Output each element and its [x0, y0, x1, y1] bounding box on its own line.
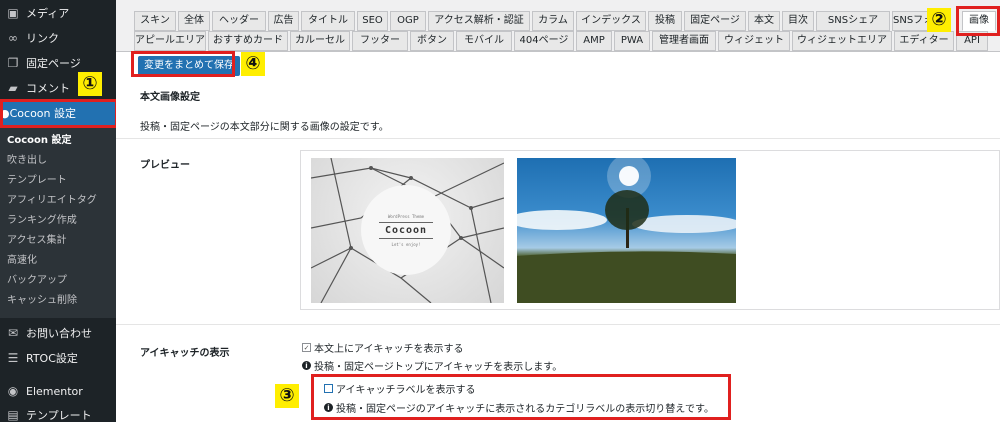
- tab-button[interactable]: ボタン: [410, 31, 454, 51]
- submenu-item[interactable]: ランキング作成: [7, 212, 77, 230]
- info-icon: i: [302, 361, 311, 370]
- option-label: 本文上にアイキャッチを表示する: [314, 344, 464, 355]
- tab-widget[interactable]: ウィジェット: [718, 31, 790, 51]
- admin-sidebar: ▣ メディア ∞ リンク ❐ 固定ページ ▰ コメント ● Cocoon 設定 …: [0, 0, 116, 422]
- tab-footer[interactable]: フッター: [352, 31, 408, 51]
- annotation-badge-2: ②: [927, 8, 951, 32]
- option-info: i 投稿・固定ページトップにアイキャッチを表示します。: [302, 358, 562, 373]
- tab-appeal-area[interactable]: アピールエリア: [134, 31, 206, 51]
- submenu-item[interactable]: 高速化: [7, 252, 37, 270]
- section-description: 投稿・固定ページの本文部分に関する画像の設定です。: [140, 122, 389, 133]
- cocoon-logo: WordPress Theme Cocoon Let's enjoy!: [361, 185, 451, 275]
- submenu-item[interactable]: バックアップ: [7, 272, 67, 290]
- submenu-item[interactable]: アフィリエイトタグ: [7, 192, 97, 210]
- preview-label: プレビュー: [140, 160, 190, 171]
- preview-image-cocoon: WordPress Theme Cocoon Let's enjoy!: [311, 158, 504, 303]
- tab-seo[interactable]: SEO: [357, 11, 388, 31]
- tab-column[interactable]: カラム: [532, 11, 574, 31]
- sidebar-item-elementor[interactable]: ◉ Elementor: [0, 379, 116, 403]
- submenu-item[interactable]: テンプレート: [7, 172, 67, 190]
- sidebar-item-link[interactable]: ∞ リンク: [0, 26, 116, 50]
- sidebar-item-label: テンプレート: [26, 409, 92, 422]
- tab-title[interactable]: タイトル: [301, 11, 355, 31]
- sidebar-item-label: メディア: [26, 7, 70, 20]
- sidebar-item-contact[interactable]: ✉ お問い合わせ: [0, 321, 116, 345]
- tab-ogp[interactable]: OGP: [390, 11, 426, 31]
- preview-image-tree: [517, 158, 736, 303]
- option-info-text: 投稿・固定ページトップにアイキャッチを表示します。: [314, 362, 563, 373]
- tab-widget-area[interactable]: ウィジェットエリア: [792, 31, 892, 51]
- tab-sns-share[interactable]: SNSシェア: [816, 11, 890, 31]
- sidebar-item-media[interactable]: ▣ メディア: [0, 1, 116, 25]
- submenu-item[interactable]: アクセス集計: [7, 232, 67, 250]
- tab-sns-follow[interactable]: SNSフォ: [892, 11, 932, 31]
- highlight-image-tab: [956, 6, 1000, 36]
- tab-amp[interactable]: AMP: [576, 31, 612, 51]
- tab-404[interactable]: 404ページ: [514, 31, 574, 51]
- annotation-badge-1: ①: [78, 72, 102, 96]
- settings-tabs: スキン 全体 ヘッダー 広告 タイトル SEO OGP アクセス解析・認証 カラ…: [116, 0, 1000, 52]
- highlight-eyecatch-label-option: [311, 374, 731, 420]
- tab-header[interactable]: ヘッダー: [212, 11, 266, 31]
- sidebar-item-templates[interactable]: ▤ テンプレート: [0, 403, 116, 422]
- tab-index[interactable]: インデックス: [576, 11, 646, 31]
- tab-recommended-cards[interactable]: おすすめカード: [208, 31, 288, 51]
- tab-page[interactable]: 固定ページ: [684, 11, 746, 31]
- highlight-save-button: [131, 51, 235, 77]
- annotation-badge-4: ④: [241, 52, 265, 76]
- settings-panel: 変更をまとめて保存 本文画像設定 投稿・固定ページの本文部分に関する画像の設定で…: [116, 52, 1000, 422]
- section-title: 本文画像設定: [140, 92, 200, 103]
- submenu-item[interactable]: 吹き出し: [7, 152, 47, 170]
- media-icon: ▣: [7, 6, 19, 20]
- cocoon-submenu: Cocoon 設定 吹き出し テンプレート アフィリエイトタグ ランキング作成 …: [0, 128, 116, 318]
- sidebar-item-label: Elementor: [26, 384, 83, 398]
- tab-carousel[interactable]: カルーセル: [290, 31, 350, 51]
- comment-icon: ▰: [8, 81, 18, 95]
- mail-icon: ✉: [7, 326, 19, 340]
- elementor-icon: ◉: [7, 384, 19, 398]
- tab-skin[interactable]: スキン: [134, 11, 176, 31]
- tab-ads[interactable]: 広告: [268, 11, 299, 31]
- sidebar-item-label: 固定ページ: [26, 57, 81, 70]
- option-show-eyecatch[interactable]: ✓ 本文上にアイキャッチを表示する: [302, 340, 464, 355]
- submenu-item[interactable]: Cocoon 設定: [7, 132, 71, 150]
- divider: [116, 324, 1000, 325]
- checkbox-checked-icon[interactable]: ✓: [302, 343, 311, 352]
- divider: [116, 138, 1000, 139]
- logo-subtitle: WordPress Theme: [387, 213, 425, 219]
- tab-editor[interactable]: エディター: [894, 31, 954, 51]
- tab-mobile[interactable]: モバイル: [456, 31, 512, 51]
- submenu-item[interactable]: キャッシュ削除: [7, 292, 77, 310]
- logo-title: Cocoon: [378, 221, 434, 239]
- sidebar-item-label: お問い合わせ: [26, 327, 92, 340]
- tab-toc[interactable]: 目次: [782, 11, 814, 31]
- sidebar-item-label: リンク: [26, 32, 59, 45]
- tree-landscape-icon: [517, 158, 736, 303]
- tab-body[interactable]: 本文: [748, 11, 780, 31]
- sidebar-item-rtoc[interactable]: ☰ RTOC設定: [0, 346, 116, 370]
- link-icon: ∞: [8, 31, 18, 45]
- tab-general[interactable]: 全体: [178, 11, 210, 31]
- page-icon: ❐: [7, 56, 19, 70]
- tab-admin-screen[interactable]: 管理者画面: [652, 31, 716, 51]
- eyecatch-label: アイキャッチの表示: [140, 348, 230, 359]
- tab-post[interactable]: 投稿: [648, 11, 682, 31]
- sidebar-item-label: コメント: [26, 82, 70, 95]
- folder-icon: ▤: [7, 408, 19, 422]
- annotation-badge-3: ③: [275, 384, 299, 408]
- list-icon: ☰: [7, 351, 19, 365]
- highlight-cocoon-menu: [0, 99, 118, 128]
- sidebar-item-label: RTOC設定: [26, 352, 78, 365]
- tab-analytics[interactable]: アクセス解析・認証: [428, 11, 530, 31]
- tab-pwa[interactable]: PWA: [614, 31, 650, 51]
- logo-tagline: Let's enjoy!: [391, 241, 421, 247]
